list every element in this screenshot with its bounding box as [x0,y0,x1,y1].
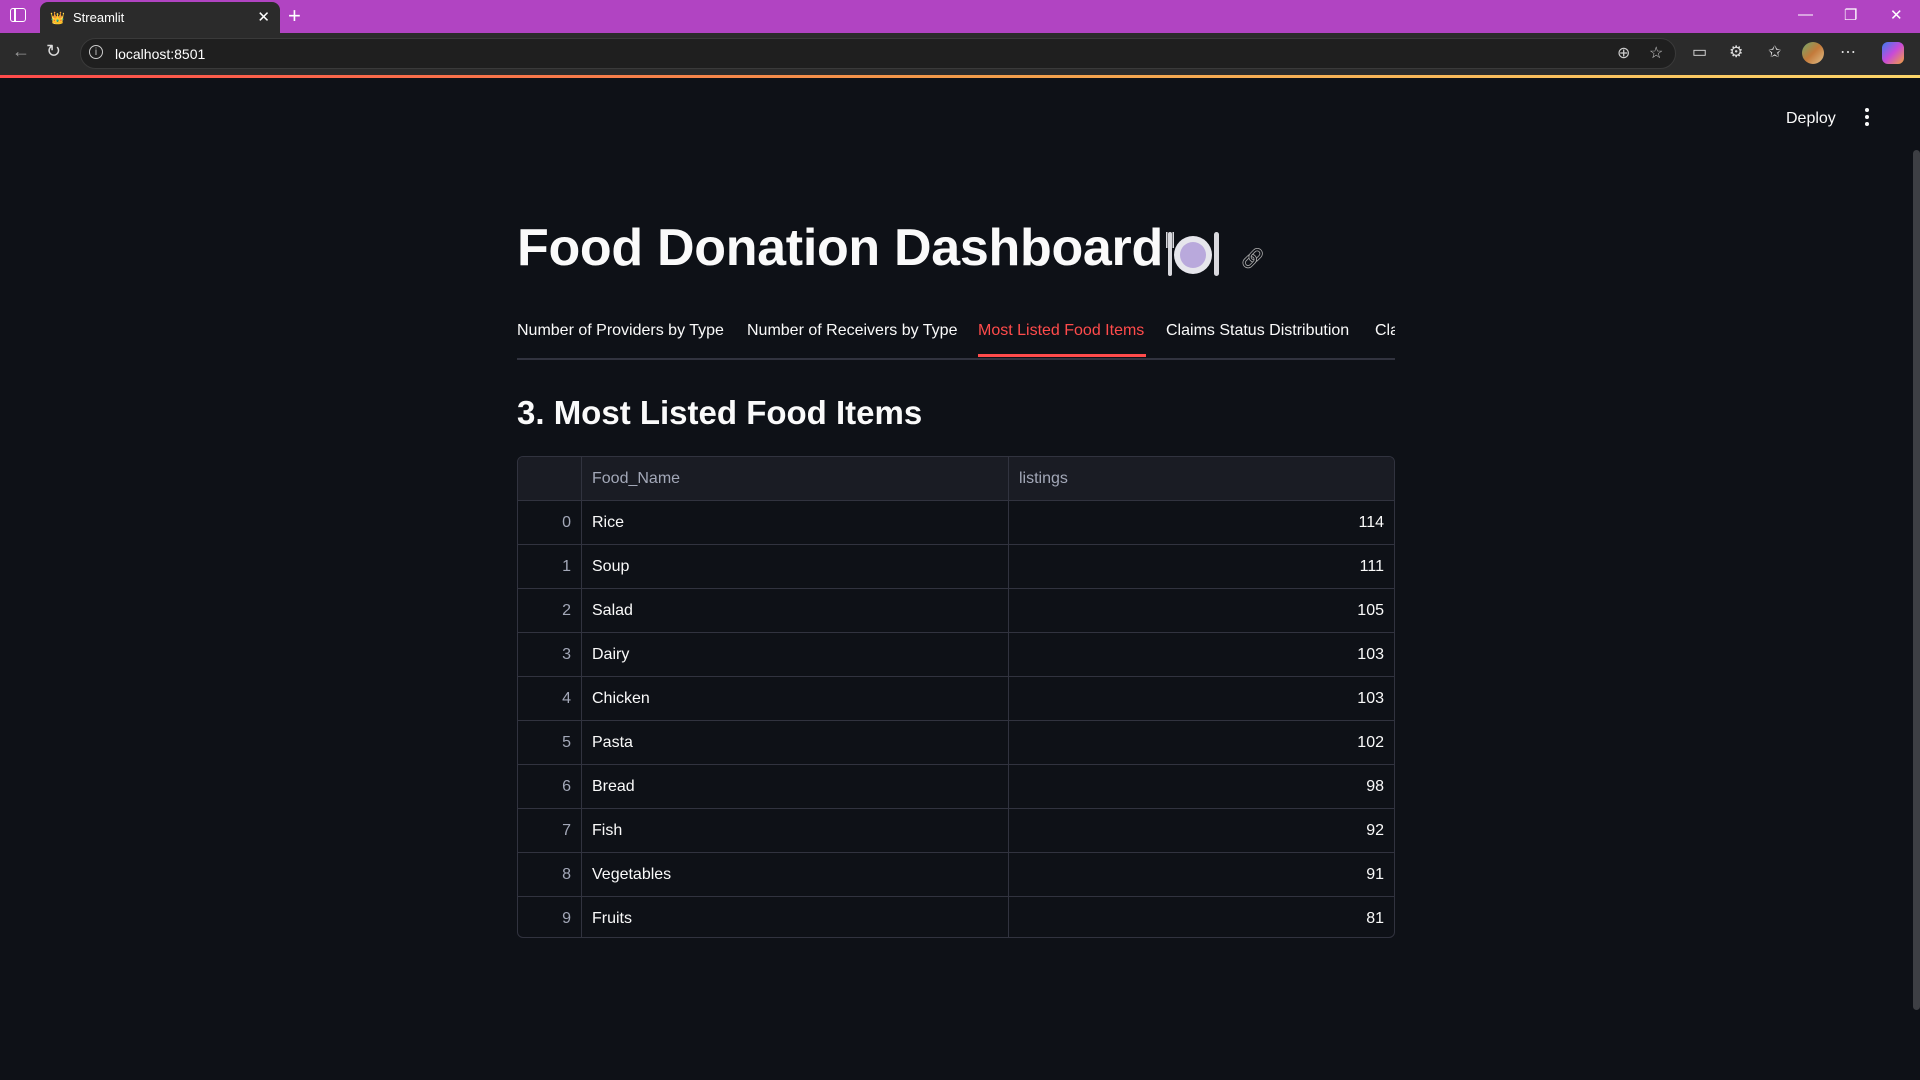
table-row[interactable]: 1 Soup 111 [518,545,1394,589]
scrollbar[interactable] [1913,150,1920,1010]
browser-toolbar: ← ↻ i localhost:8501 ⊕ ☆ ▭ ⚙ ✩ ⋯ [0,33,1920,75]
column-header-food-name[interactable]: Food_Name [582,457,1009,500]
address-text: localhost:8501 [115,46,206,62]
tab-most-listed-food-items[interactable]: Most Listed Food Items [978,322,1144,340]
restore-icon[interactable]: ❐ [1844,6,1857,24]
listings-cell[interactable]: 103 [1009,677,1394,720]
row-index: 1 [518,545,582,588]
browser-tab-bar: 👑 Streamlit ✕ + — ❐ ✕ [0,0,1920,33]
listings-cell[interactable]: 102 [1009,721,1394,764]
listings-cell[interactable]: 111 [1009,545,1394,588]
reload-icon[interactable]: ↻ [46,41,61,62]
tab-list: Number of Providers by Type Number of Re… [517,318,1395,360]
row-index: 6 [518,765,582,808]
food-name-cell[interactable]: Fish [582,809,1009,852]
anchor-link-icon[interactable]: 🔗︎ [1240,246,1265,271]
row-index: 5 [518,721,582,764]
food-name-cell[interactable]: Pasta [582,721,1009,764]
address-bar[interactable]: i localhost:8501 ⊕ ☆ [80,38,1676,69]
back-icon[interactable]: ← [12,41,30,62]
table-row[interactable]: 9 Fruits 81 [518,897,1394,937]
listings-cell[interactable]: 105 [1009,589,1394,632]
streamlit-favicon-icon: 👑 [50,11,65,25]
main-menu-icon[interactable] [1864,108,1870,128]
tab-title: Streamlit [73,10,125,25]
listings-cell[interactable]: 81 [1009,897,1394,937]
minimize-icon[interactable]: — [1798,6,1813,23]
food-name-cell[interactable]: Rice [582,501,1009,544]
table-row[interactable]: 4 Chicken 103 [518,677,1394,721]
page-title: Food Donation Dashboard [517,219,1163,277]
food-name-cell[interactable]: Fruits [582,897,1009,937]
listings-cell[interactable]: 91 [1009,853,1394,896]
row-index: 3 [518,633,582,676]
zoom-icon[interactable]: ⊕ [1617,43,1630,63]
favorites-icon[interactable]: ✩ [1768,42,1781,62]
row-index: 7 [518,809,582,852]
tab-receivers-by-type[interactable]: Number of Receivers by Type [747,322,957,340]
tab-claims-truncated[interactable]: Cla [1375,322,1395,340]
table-row[interactable]: 6 Bread 98 [518,765,1394,809]
listings-cell[interactable]: 92 [1009,809,1394,852]
food-name-cell[interactable]: Vegetables [582,853,1009,896]
food-name-cell[interactable]: Chicken [582,677,1009,720]
tab-providers-by-type[interactable]: Number of Providers by Type [517,322,724,340]
table-row[interactable]: 8 Vegetables 91 [518,853,1394,897]
table-row[interactable]: 0 Rice 114 [518,501,1394,545]
index-header [518,457,582,500]
food-name-cell[interactable]: Dairy [582,633,1009,676]
listings-cell[interactable]: 98 [1009,765,1394,808]
copilot-icon[interactable] [1882,42,1904,64]
plate-emoji-icon [1166,232,1219,276]
tab-actions-icon[interactable] [10,8,26,22]
close-tab-icon[interactable]: ✕ [257,8,270,26]
favorite-star-icon[interactable]: ☆ [1649,43,1663,63]
table-row[interactable]: 2 Salad 105 [518,589,1394,633]
close-window-icon[interactable]: ✕ [1890,6,1903,24]
more-options-icon[interactable]: ⋯ [1840,42,1856,62]
row-index: 4 [518,677,582,720]
browser-tab[interactable]: 👑 Streamlit ✕ [40,2,280,33]
deploy-button[interactable]: Deploy [1786,110,1836,128]
data-table[interactable]: Food_Name listings 0 Rice 114 1 Soup 111… [517,456,1395,938]
row-index: 9 [518,897,582,937]
split-screen-icon[interactable]: ▭ [1692,42,1707,62]
row-index: 8 [518,853,582,896]
food-name-cell[interactable]: Salad [582,589,1009,632]
food-name-cell[interactable]: Soup [582,545,1009,588]
table-header-row: Food_Name listings [518,457,1394,501]
site-info-icon[interactable]: i [89,45,103,59]
table-row[interactable]: 5 Pasta 102 [518,721,1394,765]
row-index: 0 [518,501,582,544]
new-tab-icon[interactable]: + [288,3,301,29]
row-index: 2 [518,589,582,632]
extensions-icon[interactable]: ⚙ [1729,42,1743,62]
table-row[interactable]: 7 Fish 92 [518,809,1394,853]
food-name-cell[interactable]: Bread [582,765,1009,808]
table-row[interactable]: 3 Dairy 103 [518,633,1394,677]
tab-claims-status-distribution[interactable]: Claims Status Distribution [1166,322,1349,340]
listings-cell[interactable]: 103 [1009,633,1394,676]
active-tab-indicator [978,354,1146,357]
column-header-listings[interactable]: listings [1009,457,1394,500]
listings-cell[interactable]: 114 [1009,501,1394,544]
section-heading: 3. Most Listed Food Items [517,394,923,431]
streamlit-accent-bar [0,75,1920,78]
profile-avatar[interactable] [1802,42,1824,64]
